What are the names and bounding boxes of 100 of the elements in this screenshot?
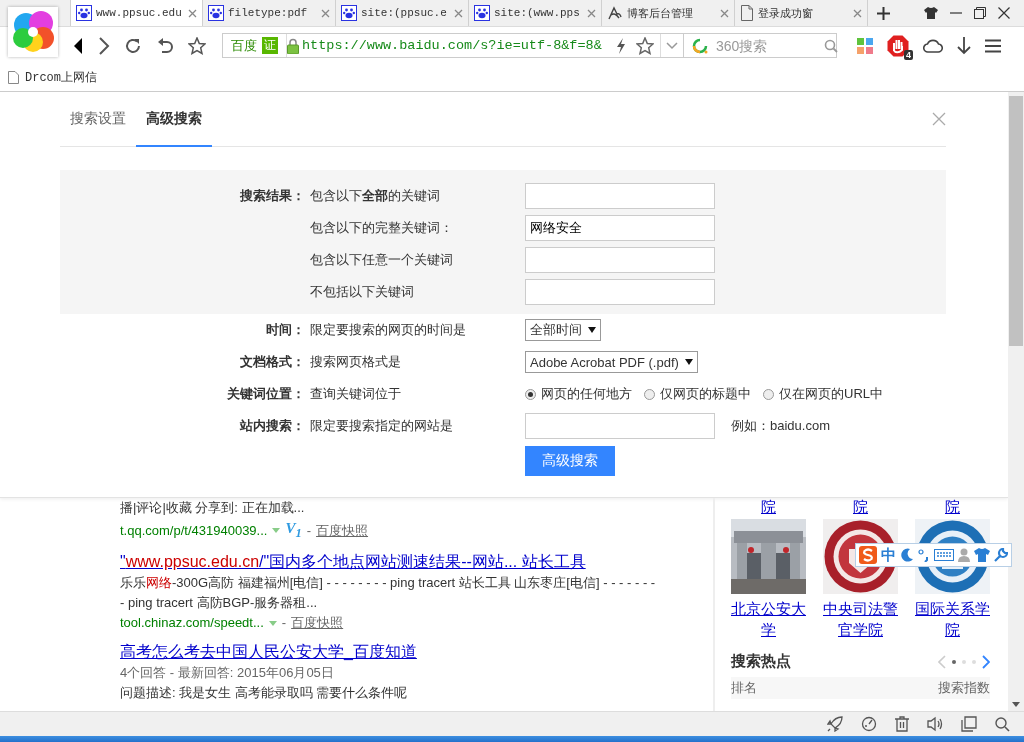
stop-hand-icon[interactable]: [887, 34, 909, 57]
star-icon[interactable]: [188, 36, 206, 55]
field-label: 时间：: [265, 321, 305, 339]
browser-tab[interactable]: site:(www.pps: [469, 0, 602, 26]
keyword-field[interactable]: [525, 183, 715, 209]
person-icon[interactable]: [958, 548, 970, 562]
field-label: 站内搜索：: [239, 417, 305, 435]
example-text: 例如：baidu.com: [731, 417, 830, 435]
result-meta: 4个回答 - 最新回答: 2015年06月05日: [120, 664, 335, 682]
caption-link[interactable]: 国际关系学院: [915, 598, 990, 640]
apps-grid-icon[interactable]: [857, 37, 873, 54]
close-icon[interactable]: [998, 7, 1010, 19]
keyword-field[interactable]: [525, 279, 715, 305]
section-title: 搜索热点: [731, 652, 791, 671]
caption-link[interactable]: 北京公安大学: [731, 598, 806, 640]
page-icon: [740, 5, 754, 21]
cloud-icon[interactable]: [923, 38, 943, 53]
dropdown[interactable]: Adobe Acrobat PDF (.pdf): [525, 351, 698, 373]
caption-link[interactable]: 院: [823, 498, 898, 515]
page-dot[interactable]: [952, 659, 956, 664]
maximize-icon[interactable]: [974, 7, 986, 19]
plus-icon[interactable]: [876, 6, 890, 20]
search-field[interactable]: 360搜索: [714, 36, 818, 55]
advanced-search-button[interactable]: 高级搜索: [525, 446, 615, 476]
settings-tab[interactable]: 高级搜索: [136, 92, 212, 147]
input-mode[interactable]: 中: [881, 545, 896, 565]
shirt-icon[interactable]: [924, 7, 938, 19]
separator-text: -: [281, 614, 287, 632]
column-header: 搜索指数: [938, 679, 990, 697]
count-badge: 4: [904, 49, 913, 60]
column-header: 排名: [731, 679, 757, 697]
browser-tab[interactable]: www.ppsuc.edu: [70, 0, 203, 26]
radio-button[interactable]: [525, 388, 536, 400]
snapshot-link[interactable]: 百度快照: [291, 613, 344, 633]
field-description: 限定要搜索的网页的时间是: [309, 321, 467, 339]
search-icon[interactable]: [824, 38, 838, 53]
caret-icon: [588, 327, 596, 333]
browser-tab[interactable]: filetype:pdf: [203, 0, 336, 26]
radio-option[interactable]: 仅在网页的URL中: [763, 385, 883, 403]
ime-toolbar[interactable]: 中: [855, 543, 1012, 567]
lock-icon: [287, 37, 299, 54]
radio-button[interactable]: [644, 388, 655, 400]
field-description: 不包括以下关键词: [309, 283, 415, 301]
site-field[interactable]: [525, 413, 715, 439]
keyword-field[interactable]: [525, 247, 715, 273]
browser-tab[interactable]: site:(ppsuc.e: [336, 0, 469, 26]
next-icon[interactable]: [982, 654, 990, 669]
result-snippet: 播|评论|收藏 分享到: 正在加载...: [120, 499, 306, 517]
search-bar[interactable]: 360搜索: [684, 33, 837, 58]
url-text: https://www.baidu.com/s?ie=utf-8&f=8&: [302, 38, 603, 53]
paw-icon: [208, 5, 224, 21]
caption-link[interactable]: 院: [915, 498, 990, 515]
scrollbar-thumb[interactable]: [1009, 96, 1023, 346]
settings-tab[interactable]: 搜索设置: [60, 92, 136, 147]
page-icon: [8, 71, 19, 84]
rocket-icon[interactable]: [827, 716, 843, 732]
keyboard-icon[interactable]: [934, 549, 954, 561]
speaker-icon[interactable]: [927, 716, 943, 732]
lightning-icon[interactable]: [616, 37, 626, 54]
separator-text: -: [306, 521, 312, 540]
verified-label: V$_{1}$: [285, 519, 302, 542]
star-icon[interactable]: [636, 36, 654, 55]
scroll-down-icon[interactable]: [1012, 702, 1020, 707]
undo-icon[interactable]: [156, 36, 174, 55]
result-url: t.qq.com/p/t/431940039...: [120, 521, 268, 540]
field-description: 包含以下任意一个关键词: [309, 251, 454, 269]
caption-link[interactable]: 中央司法警官学院: [823, 598, 898, 640]
paw-icon: [474, 5, 490, 21]
address-bar[interactable]: 百度 证 https://www.baidu.com/s?ie=utf-8&f=8&: [222, 33, 684, 58]
reload-icon[interactable]: [124, 36, 142, 55]
wrench-icon[interactable]: [994, 548, 1008, 562]
window-icon[interactable]: [961, 716, 977, 732]
back-icon[interactable]: [72, 36, 84, 55]
chevron-down-icon[interactable]: [666, 41, 678, 50]
keyword-field[interactable]: 网络安全: [525, 215, 715, 241]
field-label: 关键词位置：: [226, 385, 305, 403]
snapshot-link[interactable]: 百度快照: [316, 520, 369, 541]
forward-icon[interactable]: [98, 36, 110, 55]
punctuation-icon[interactable]: [918, 548, 930, 562]
browser-tab[interactable]: 博客后台管理: [602, 0, 735, 26]
radio-button[interactable]: [763, 388, 774, 400]
site-name: 百度: [231, 36, 257, 55]
caption-link[interactable]: 院: [731, 498, 806, 515]
field-label: 搜索结果：: [239, 187, 305, 205]
moon-icon[interactable]: [900, 548, 914, 562]
field-description: 查询关键词位于: [309, 385, 402, 403]
bookmark[interactable]: Drcom上网信: [8, 69, 97, 86]
radio-option[interactable]: 网页的任何地方: [525, 385, 632, 403]
download-icon[interactable]: [957, 36, 971, 55]
menu-icon[interactable]: [985, 38, 1001, 53]
ring-icon: [692, 37, 708, 54]
search-icon[interactable]: [995, 716, 1010, 732]
paw-icon: [76, 5, 92, 21]
radio-option[interactable]: 仅网页的标题中: [644, 385, 751, 403]
field-description: 限定要搜索指定的网站是: [309, 417, 454, 435]
trash-icon[interactable]: [895, 716, 909, 732]
field-description: 包含以下全部的关键词: [309, 187, 441, 205]
dropdown[interactable]: 全部时间: [525, 319, 601, 341]
browser-tab[interactable]: 登录成功窗: [735, 0, 868, 26]
speed-icon[interactable]: [861, 716, 877, 732]
